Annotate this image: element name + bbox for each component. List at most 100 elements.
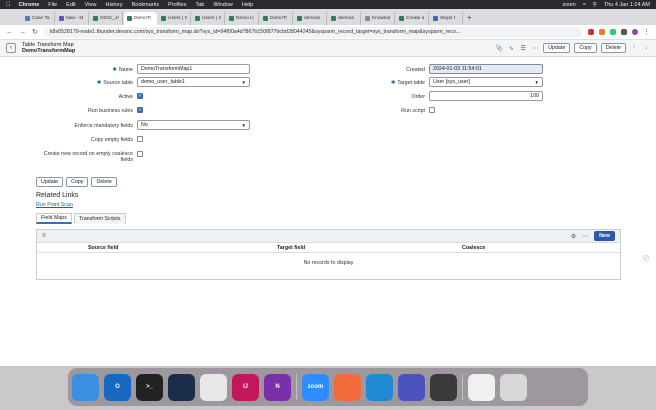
create-new-checkbox[interactable] [137,151,143,157]
browser-tab[interactable]: bala - M [56,12,89,25]
tab-favicon-icon [59,16,64,21]
menu-help[interactable]: Help [242,2,253,8]
url-input[interactable]: k8s0528179-node1.thunder.devsnc.com/sys_… [43,26,582,38]
reload-icon[interactable]: ↻ [32,28,38,36]
tab-favicon-icon [399,16,404,21]
browser-tab[interactable]: Users | S [158,12,191,25]
menu-history[interactable]: History [105,2,122,8]
browser-tab[interactable]: Knowled [362,12,395,25]
new-button[interactable]: New [594,231,615,241]
field-maps-list: ≡ ⚙ ⋯ New Source field Target field Coal… [36,229,621,280]
dock-app-trash-icon[interactable] [500,373,527,401]
dock-app-onenote-icon[interactable]: N [264,373,291,401]
run-point-scan-link[interactable]: Run Point Scan [36,202,73,208]
extension-icon[interactable] [599,29,605,35]
dock-app-chrome-icon[interactable] [200,373,227,401]
dock-app-finder-icon[interactable] [72,373,99,401]
kebab-menu-icon[interactable]: ⋮ [643,28,650,36]
active-checkbox[interactable]: ✓ [137,93,143,99]
browser-tab[interactable]: Create a [396,12,429,25]
update-button[interactable]: Update [543,43,571,53]
down-arrow-icon[interactable]: ↓ [642,45,650,51]
browser-tab[interactable]: Case Ta [22,12,55,25]
dock-app-terminal-icon[interactable]: >_ [136,373,163,401]
attachment-icon[interactable]: 📎 [495,45,503,52]
help-icon[interactable]: ⓘ [643,254,649,263]
tab-transform-scripts[interactable]: Transform Scripts [73,213,126,224]
target-table-label: ✱ Target table [360,80,425,86]
menu-file[interactable]: File [48,2,57,8]
copy-empty-label: Copy empty fields [90,137,133,143]
clock[interactable]: Thu 4 Jan 1:24 AM [604,2,650,8]
menu-view[interactable]: View [85,2,97,8]
tab-favicon-icon [297,16,302,21]
run-script-checkbox[interactable] [429,107,435,113]
dropdown-arrow-icon: ▼ [241,122,246,128]
new-tab-icon[interactable]: + [467,13,472,22]
forward-arrow-icon[interactable]: → [19,29,26,36]
browser-tab[interactable]: DemoTr [124,12,157,25]
browser-tab[interactable]: OIGC_JA [90,12,123,25]
more-options-icon[interactable]: ⋯ [582,233,588,240]
column-coalesce[interactable]: Coalesce [462,245,485,251]
menu-chrome[interactable]: Chrome [19,2,40,8]
order-input[interactable]: 100 [429,91,543,101]
back-arrow-icon[interactable]: ← [6,29,13,36]
dock-app-zoom-icon[interactable]: zoom [302,373,329,401]
dock-app-preview-icon[interactable] [468,373,495,401]
dock-app-proton-icon[interactable] [168,373,195,401]
url-text: k8s0528179-node1.thunder.devsnc.com/sys_… [49,29,461,35]
dock-app-vs-code-icon[interactable] [366,373,393,401]
browser-tab[interactable]: Demo U [226,12,259,25]
up-arrow-icon[interactable]: ↑ [630,45,638,51]
copy-button-bottom[interactable]: Copy [66,177,89,187]
update-button-bottom[interactable]: Update [36,177,64,187]
back-button[interactable]: ‹ [6,43,16,53]
wifi-icon[interactable]: ≈ [583,2,586,8]
extension-icon[interactable] [610,29,616,35]
dock-app-quicktime-icon[interactable] [430,373,457,401]
source-table-select[interactable]: demo_user_table1 ▼ [137,77,250,87]
column-source-field[interactable]: Source field [88,245,118,251]
menu-window[interactable]: Window [213,2,233,8]
search-icon[interactable]: ⚲ [593,2,597,8]
zoom-status[interactable]: zoom [562,2,575,8]
tab-field-maps[interactable]: Field Maps [36,213,72,224]
menu-bookmarks[interactable]: Bookmarks [132,2,160,8]
browser-tab[interactable]: DemoTr [260,12,293,25]
dock-app-postman-icon[interactable] [334,373,361,401]
delete-button[interactable]: Delete [600,43,626,53]
menu-tab[interactable]: Tab [195,2,204,8]
browser-tab[interactable]: demodi [328,12,361,25]
settings-icon[interactable]: ☰ [519,45,527,52]
browser-tab[interactable]: Users | S [192,12,225,25]
browser-tab[interactable]: demodi [294,12,327,25]
tab-label: Knowled [372,16,391,21]
apple-icon[interactable]:  [6,2,11,8]
menu-profiles[interactable]: Profiles [168,2,186,8]
extension-icon[interactable] [588,29,594,35]
target-table-select[interactable]: User [sys_user] ▼ [429,77,543,87]
copy-empty-checkbox[interactable] [137,136,143,142]
column-target-field[interactable]: Target field [277,245,305,251]
dock-app-teams-icon[interactable] [398,373,425,401]
tab-label: Case Ta [32,16,50,21]
delete-button-bottom[interactable]: Delete [91,177,117,187]
browser-tab[interactable]: Steps t [430,12,463,25]
dock-app-outlook-icon[interactable]: O [104,373,131,401]
puzzle-icon[interactable] [621,29,627,35]
enforce-mandatory-select[interactable]: No ▼ [137,120,250,130]
tab-favicon-icon [93,16,98,21]
more-options-icon[interactable]: ⋯ [531,45,539,52]
run-business-rules-checkbox[interactable]: ✓ [137,107,143,113]
activity-icon[interactable]: ∿ [507,45,515,52]
list-toolbar-actions: ⚙ ⋯ New [571,231,615,241]
dock-app-intellij-icon[interactable]: IJ [232,373,259,401]
copy-button[interactable]: Copy [574,43,597,53]
profile-avatar[interactable] [632,29,638,35]
menu-edit[interactable]: Edit [66,2,75,8]
gear-icon[interactable]: ⚙ [571,233,576,240]
list-menu-icon[interactable]: ≡ [42,233,46,239]
name-input[interactable]: DemoTransformMap1 [137,64,250,74]
name-label-text: Name [118,67,133,73]
